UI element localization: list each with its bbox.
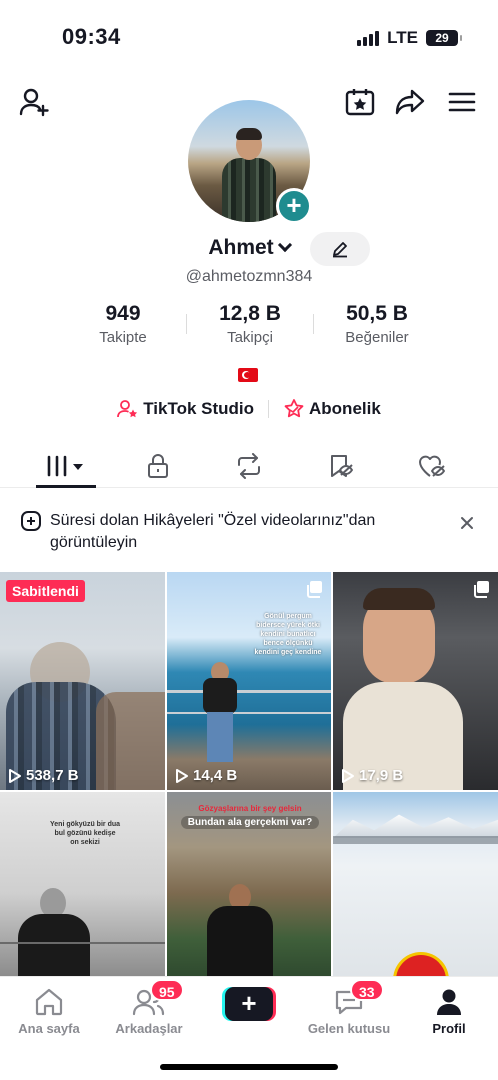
overlay-caption: Bundan ala gerçekmi var? [181,816,319,829]
videos-grid-icon [47,455,83,477]
divider [268,400,270,418]
stat-value: 12,8 B [219,302,281,325]
multi-photo-icon [307,581,322,598]
subscription-star-icon [284,399,304,418]
play-icon [176,768,188,783]
pinned-badge: Sabitlendi [6,580,85,602]
expired-stories-notice[interactable]: Süresi dolan Hikâyeleri "Özel videoların… [0,500,498,564]
multi-photo-icon [474,581,489,598]
repost-icon [238,453,260,479]
active-tab-indicator [36,485,96,488]
menu-button[interactable] [446,86,478,118]
view-count-text: 17,9 B [359,767,404,784]
heart-hidden-icon [419,455,445,477]
profile-icon [437,989,461,1015]
tab-private[interactable] [128,444,188,488]
divider [313,314,314,334]
stat-value: 50,5 B [346,302,408,325]
inbox-badge: 33 [350,979,384,1001]
video-thumbnail[interactable] [333,792,498,976]
nav-inbox[interactable]: 33 Gelen kutusu [304,979,394,1036]
view-count: 17,9 B [341,767,403,784]
home-icon [35,988,63,1016]
subscription-label: Abonelik [309,399,381,418]
profile-tabs [0,444,498,488]
home-indicator [160,1064,338,1070]
stat-label: Takipte [99,329,147,346]
overlay-caption: Gönül pergum bidersce yürek ötki kendini… [254,613,322,656]
stat-label: Beğeniler [345,329,409,346]
share-icon [395,89,425,115]
tab-liked[interactable] [402,444,462,488]
status-time: 09:34 [62,24,121,49]
status-bar: 09:34 LTE 29 [0,0,498,72]
avatar-photo [222,128,276,222]
subscription-link[interactable]: Abonelik [283,398,381,420]
nav-label: Profil [432,1021,466,1036]
bookmark-hidden-icon [331,455,353,477]
tab-favorites[interactable] [311,444,371,488]
play-icon [9,768,21,783]
profile-stats: 949 Takipte 12,8 B Takipçi 50,5 B Beğeni… [60,302,440,346]
profile-handle: @ahmetozmn384 [185,268,313,285]
share-button[interactable] [394,86,426,118]
view-count-text: 14,4 B [193,767,238,784]
signal-icon [357,30,380,46]
stat-following[interactable]: 949 Takipte [60,302,186,346]
video-grid: Sabitlendi 538,7 B Gönül pergum bidersce… [0,572,498,976]
tab-videos[interactable] [36,444,96,488]
nav-friends[interactable]: 95 Arkadaşlar [104,979,194,1036]
friends-badge: 95 [150,979,184,1001]
tab-reposts[interactable] [219,444,279,488]
stat-label: Takipçi [227,329,273,346]
profile-name-row[interactable]: Ahmet [0,236,498,260]
tiktok-studio-link[interactable]: TikTok Studio [117,399,254,419]
view-count: 538,7 B [8,767,79,784]
plus-icon: + [225,987,273,1021]
overlay-caption: Gözyaşlarına bir şey gelsin [198,804,302,813]
notice-text: Süresi dolan Hikâyeleri "Özel videoların… [50,512,376,551]
nav-label: Ana sayfa [18,1021,80,1036]
add-user-icon [19,88,49,117]
stat-likes[interactable]: 50,5 B Beğeniler [314,302,440,346]
video-thumbnail[interactable]: 17,9 B [333,572,498,790]
turkey-flag-icon [238,368,258,382]
profile-name: Ahmet [208,236,274,259]
overlay-caption: Yeni gökyüzü bir dua bul gözünü kedişe o… [50,821,121,846]
status-indicators: LTE 29 [357,28,462,48]
video-thumbnail[interactable]: Sabitlendi 538,7 B [0,572,165,790]
stat-value: 949 [105,302,141,325]
view-count-text: 538,7 B [26,767,79,784]
calendar-star-icon [345,89,375,116]
nav-home[interactable]: Ana sayfa [4,985,94,1036]
play-icon [342,768,354,783]
calendar-button[interactable] [344,86,376,118]
pencil-icon [333,242,347,258]
lock-icon [148,454,168,478]
add-story-button[interactable]: + [276,188,312,224]
nav-label: Arkadaşlar [115,1021,183,1036]
person-star-icon [117,400,138,418]
story-plus-icon [21,511,41,531]
add-friend-button[interactable] [18,86,50,118]
nav-profile[interactable]: Profil [404,985,494,1036]
profile-links: TikTok Studio Abonelik [0,398,498,420]
nav-label: Gelen kutusu [307,1021,391,1036]
menu-icon [448,92,476,112]
edit-profile-button[interactable] [310,232,370,266]
stat-followers[interactable]: 12,8 B Takipçi [187,302,313,346]
tiktok-studio-label: TikTok Studio [143,399,255,418]
battery-icon: 29 [426,30,462,46]
video-thumbnail[interactable]: Gözyaşlarına bir şey gelsin Bundan ala g… [167,792,331,976]
network-label: LTE [387,28,418,47]
divider [186,314,187,334]
close-icon[interactable] [458,514,476,532]
view-count: 14,4 B [175,767,237,784]
create-button[interactable]: + [222,987,276,1021]
video-thumbnail[interactable]: Yeni gökyüzü bir dua bul gözünü kedişe o… [0,792,165,976]
chevron-down-icon [277,237,292,253]
video-thumbnail[interactable]: Gönül pergum bidersce yürek ötki kendini… [167,572,331,790]
